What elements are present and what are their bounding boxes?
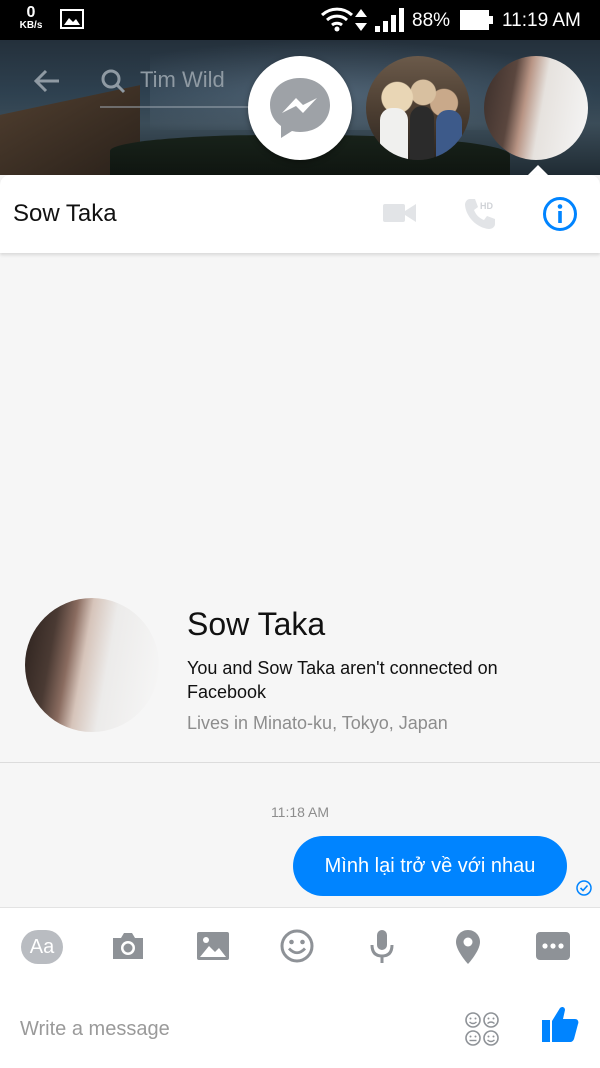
microphone-icon[interactable] xyxy=(368,928,396,966)
signal-icon xyxy=(375,8,404,32)
profile-location: Lives in Minato-ku, Tokyo, Japan xyxy=(187,713,448,733)
profile-avatar[interactable] xyxy=(25,598,159,732)
gallery-icon[interactable] xyxy=(196,928,230,964)
message-input[interactable] xyxy=(20,1014,420,1044)
group-chat-head[interactable] xyxy=(366,56,470,160)
outgoing-message-bubble[interactable]: Mình lại trở về với nhau xyxy=(293,836,567,896)
gallery-icon xyxy=(60,9,84,29)
thumbs-up-icon[interactable] xyxy=(540,1004,580,1044)
message-timestamp: 11:18 AM xyxy=(270,804,330,820)
more-options-icon[interactable] xyxy=(535,928,571,964)
svg-text:HD: HD xyxy=(480,201,493,211)
battery-icon xyxy=(460,10,493,30)
stickers-icon[interactable] xyxy=(464,1011,500,1047)
data-transfer-icon xyxy=(355,9,367,31)
profile-name: Sow Taka xyxy=(187,606,326,642)
clock: 11:19 AM xyxy=(502,10,581,31)
chat-title[interactable]: Sow Taka xyxy=(13,200,117,228)
net-speed-value: 0 xyxy=(26,4,36,21)
back-arrow-icon[interactable] xyxy=(32,66,62,96)
profile-divider xyxy=(0,762,600,763)
camera-icon[interactable] xyxy=(110,928,146,964)
sent-check-icon xyxy=(576,880,592,896)
hd-phone-call-icon[interactable]: HD xyxy=(462,196,498,232)
emoji-icon[interactable] xyxy=(279,928,315,964)
group-person-shape xyxy=(436,110,462,160)
connection-status-text: You and Sow Taka aren't connected on Fac… xyxy=(187,658,498,702)
text-style-button[interactable]: Aa xyxy=(21,930,63,964)
video-call-icon[interactable] xyxy=(383,201,417,225)
group-person-shape xyxy=(410,106,434,160)
net-speed-unit: KB/s xyxy=(19,20,43,31)
contact-chat-head[interactable] xyxy=(484,56,588,160)
messenger-chat-head[interactable] xyxy=(248,56,352,160)
wifi-icon xyxy=(320,7,354,32)
search-field[interactable]: Tim Wild xyxy=(140,67,225,93)
location-pin-icon[interactable] xyxy=(454,928,482,966)
net-speed: 0 KB/s xyxy=(14,5,48,31)
search-icon xyxy=(101,69,126,94)
battery-percent: 88% xyxy=(412,10,451,31)
group-person-shape xyxy=(380,108,408,160)
messenger-icon xyxy=(270,78,330,138)
info-icon[interactable] xyxy=(542,196,578,232)
